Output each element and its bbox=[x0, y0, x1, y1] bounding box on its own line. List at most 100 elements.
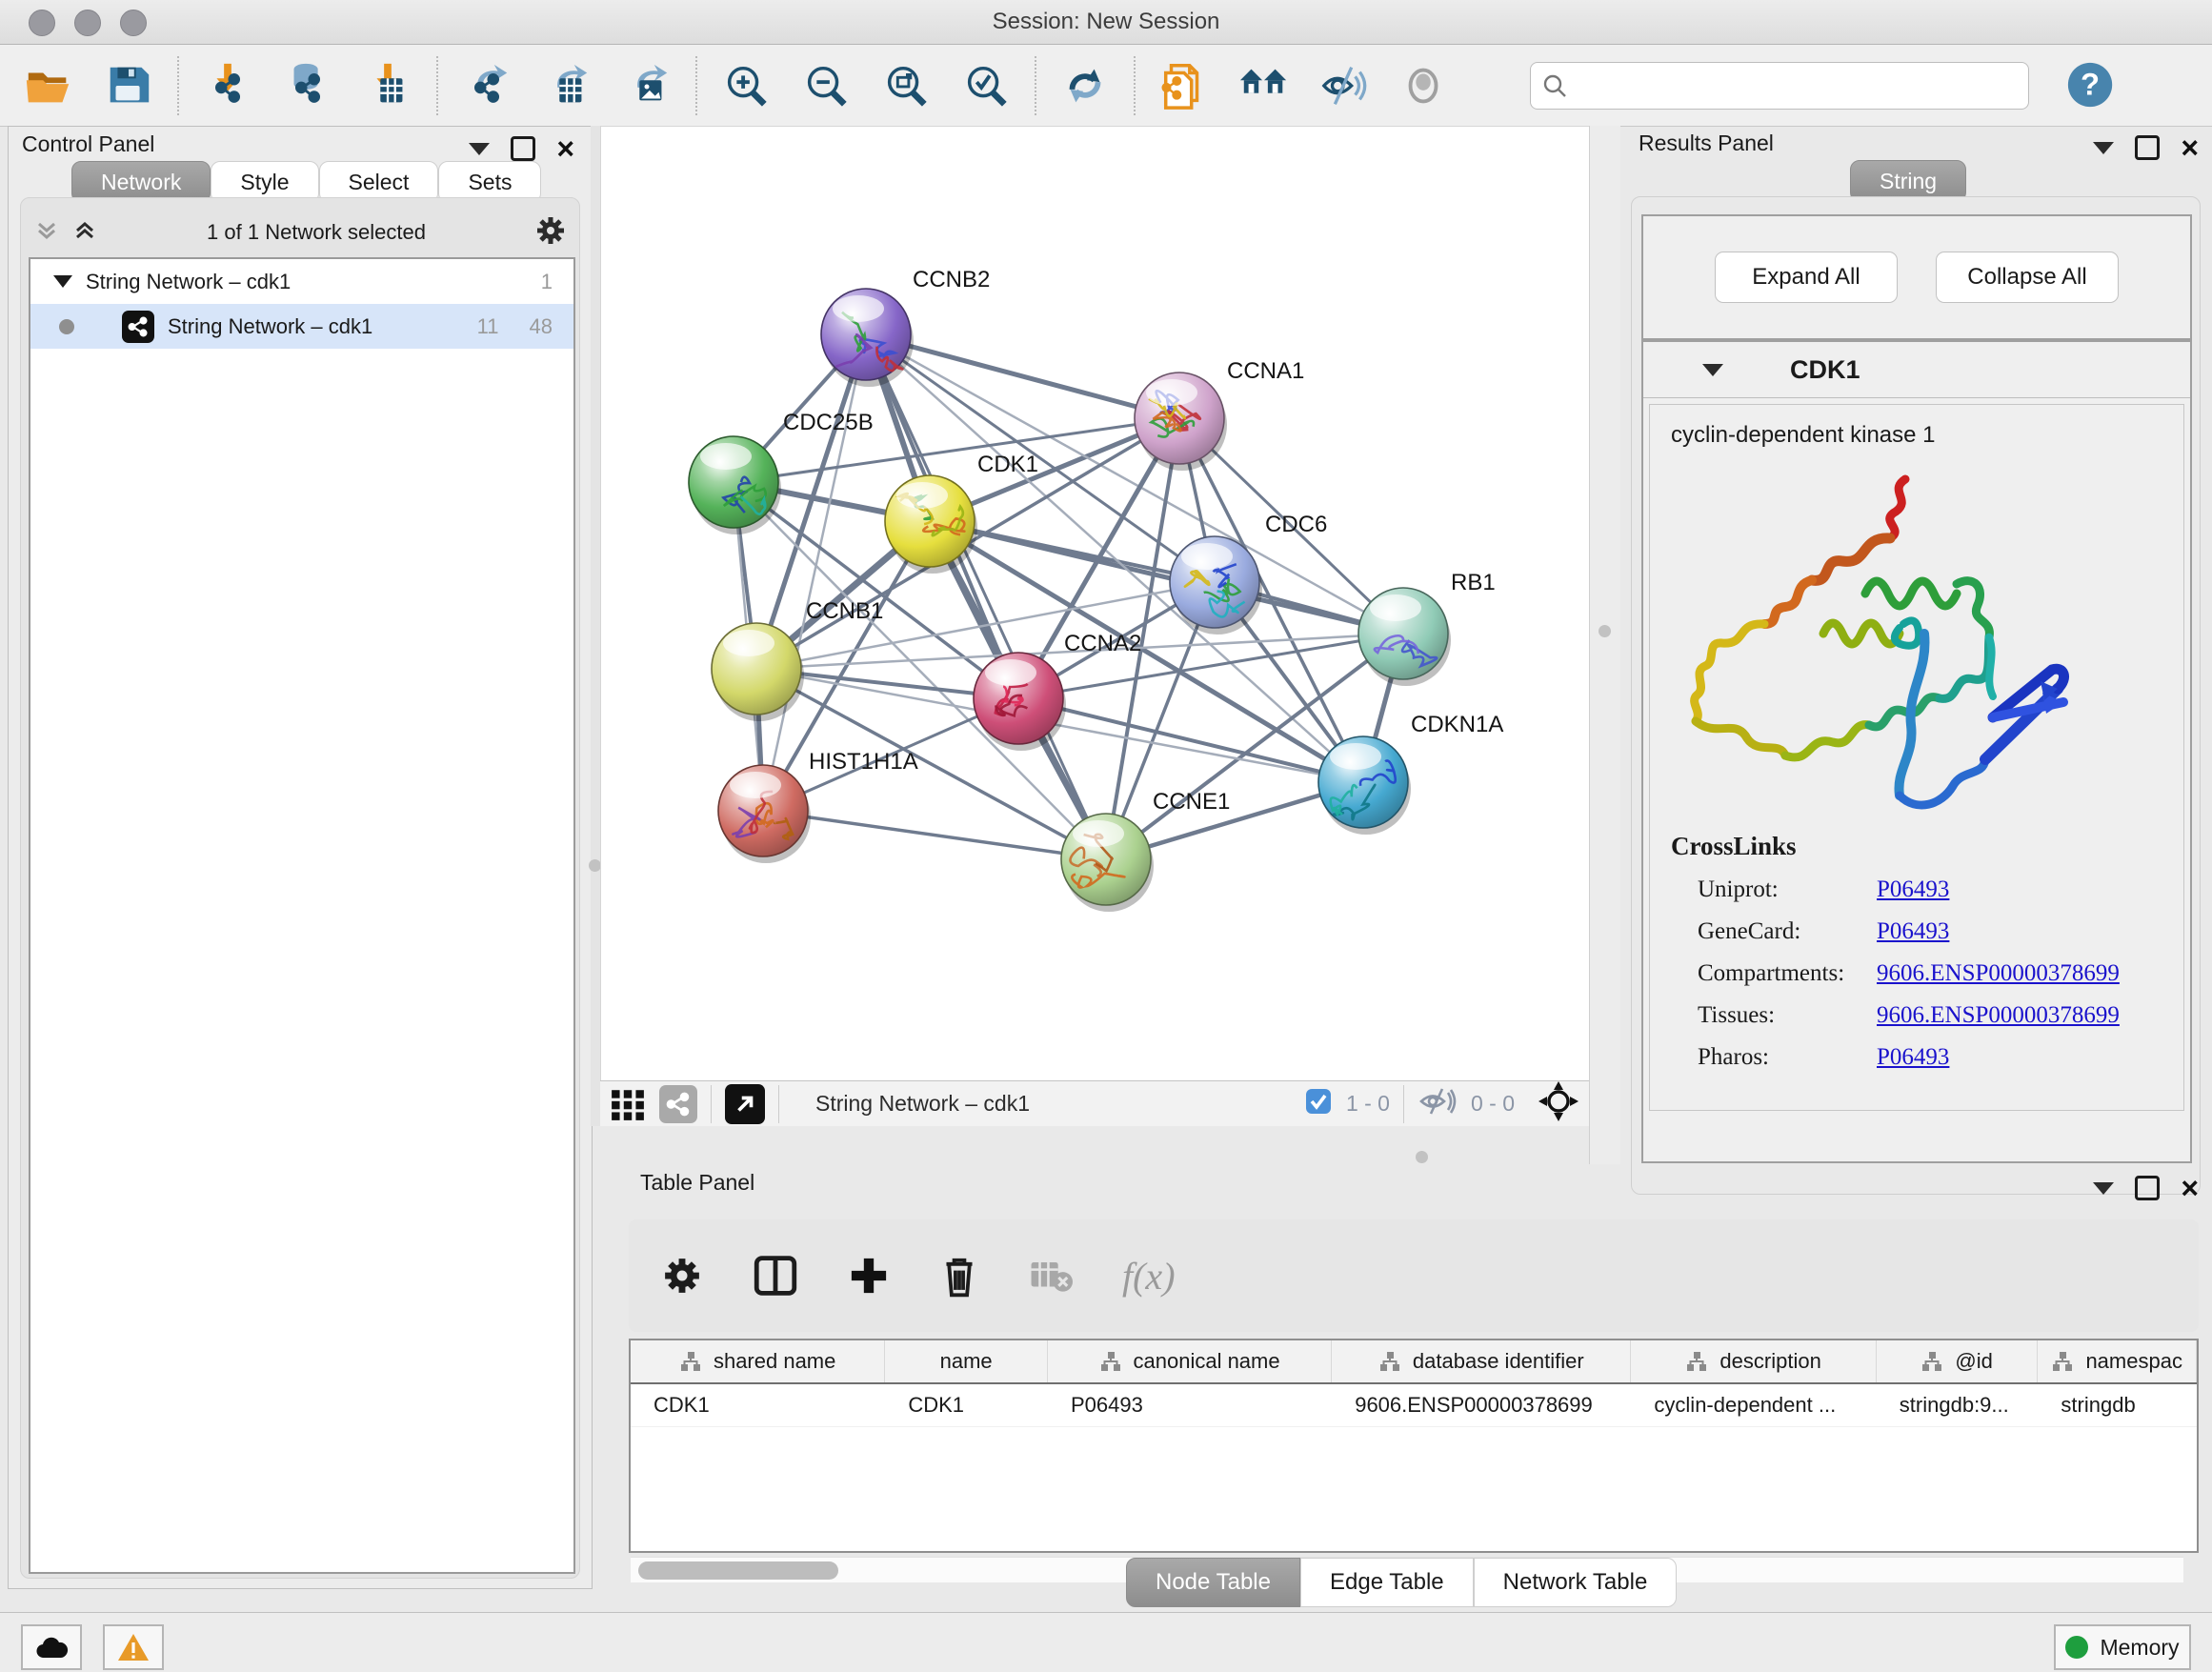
collapse-gene-icon[interactable] bbox=[1702, 364, 1723, 376]
string-network-badge-icon[interactable] bbox=[659, 1085, 697, 1123]
node-CDK1[interactable] bbox=[885, 475, 977, 574]
node-RB1[interactable] bbox=[1358, 588, 1451, 686]
collapse-all-button[interactable]: Collapse All bbox=[1936, 252, 2119, 303]
close-panel-icon[interactable]: × bbox=[2181, 1178, 2199, 1198]
edge-CCNB2-CCNE1[interactable] bbox=[866, 334, 1106, 859]
import-network-icon[interactable] bbox=[200, 58, 255, 113]
node-CDKN1A[interactable] bbox=[1318, 736, 1411, 835]
import-database-icon[interactable] bbox=[280, 58, 335, 113]
hscroll-thumb[interactable] bbox=[638, 1561, 838, 1580]
network-tree-row[interactable]: String Network – cdk1 11 48 bbox=[30, 304, 573, 349]
crosslink-link[interactable]: P06493 bbox=[1877, 918, 1949, 945]
export-image-icon[interactable] bbox=[619, 58, 674, 113]
cell[interactable]: CDK1 bbox=[885, 1384, 1048, 1426]
export-table-icon[interactable] bbox=[539, 58, 594, 113]
selected-checkbox[interactable] bbox=[1304, 1087, 1333, 1120]
function-builder-icon[interactable]: f(x) bbox=[1122, 1254, 1176, 1299]
left-splitter[interactable] bbox=[591, 126, 600, 1126]
collapse-panel-icon[interactable] bbox=[2093, 1182, 2114, 1195]
column-header-canonical-name[interactable]: canonical name bbox=[1048, 1340, 1332, 1382]
column-header--id[interactable]: @id bbox=[1877, 1340, 2039, 1382]
hide-selected-icon[interactable] bbox=[1317, 58, 1372, 113]
main-toolbar: ? bbox=[0, 45, 2212, 127]
cell[interactable]: stringdb bbox=[2038, 1384, 2197, 1426]
help-button[interactable]: ? bbox=[2063, 58, 2119, 113]
network-from-file-icon[interactable] bbox=[1156, 58, 1212, 113]
node-CCNB1[interactable] bbox=[712, 623, 804, 721]
expand-all-icon[interactable] bbox=[34, 218, 59, 248]
crosslink-label: Tissues: bbox=[1671, 1002, 1877, 1029]
collapse-panel-icon[interactable] bbox=[469, 143, 490, 155]
node-CCNB2[interactable] bbox=[821, 289, 914, 387]
export-network-icon[interactable] bbox=[459, 58, 514, 113]
cloud-button[interactable] bbox=[21, 1624, 82, 1670]
home-icon[interactable] bbox=[1237, 58, 1292, 113]
refresh-icon[interactable] bbox=[1057, 58, 1113, 113]
collection-count: 1 bbox=[541, 270, 553, 294]
search-box[interactable] bbox=[1530, 62, 2029, 110]
birdseye-view-icon[interactable] bbox=[725, 1084, 765, 1124]
collapse-panel-icon[interactable] bbox=[2093, 142, 2114, 154]
collapse-all-icon[interactable] bbox=[72, 218, 97, 248]
delete-column-icon[interactable] bbox=[939, 1254, 979, 1298]
column-header-namespac[interactable]: namespac bbox=[2038, 1340, 2197, 1382]
crosslink-link[interactable]: 9606.ENSP00000378699 bbox=[1877, 960, 2120, 987]
zoom-out-icon[interactable] bbox=[798, 58, 854, 113]
tab-node-table[interactable]: Node Table bbox=[1126, 1558, 1300, 1607]
show-all-icon[interactable] bbox=[1397, 58, 1452, 113]
zoom-fit-icon[interactable] bbox=[878, 58, 934, 113]
cell[interactable]: CDK1 bbox=[631, 1384, 885, 1426]
tab-edge-table[interactable]: Edge Table bbox=[1300, 1558, 1474, 1607]
cell[interactable]: stringdb:9... bbox=[1877, 1384, 2039, 1426]
open-folder-icon[interactable] bbox=[21, 58, 76, 113]
tab-network-table[interactable]: Network Table bbox=[1474, 1558, 1678, 1607]
results-panel: Results Panel × String Expand All Collap… bbox=[1619, 126, 2212, 1164]
node-CCNE1[interactable] bbox=[1061, 814, 1154, 912]
node-label-CCNB1: CCNB1 bbox=[806, 598, 883, 624]
cell[interactable]: cyclin-dependent ... bbox=[1631, 1384, 1876, 1426]
crosshair-icon[interactable] bbox=[1538, 1080, 1579, 1127]
close-panel-icon[interactable]: × bbox=[556, 139, 574, 158]
column-header-shared-name[interactable]: shared name bbox=[631, 1340, 885, 1382]
network-options-gear-icon[interactable] bbox=[535, 215, 566, 251]
cell[interactable]: 9606.ENSP00000378699 bbox=[1332, 1384, 1631, 1426]
grid-view-icon[interactable] bbox=[610, 1086, 646, 1122]
delete-table-icon[interactable] bbox=[1029, 1257, 1073, 1295]
float-panel-icon[interactable] bbox=[2135, 135, 2160, 160]
import-table-icon[interactable] bbox=[360, 58, 415, 113]
column-header-name[interactable]: name bbox=[885, 1340, 1048, 1382]
warning-button[interactable] bbox=[103, 1624, 164, 1670]
column-header-database-identifier[interactable]: database identifier bbox=[1332, 1340, 1631, 1382]
show-columns-icon[interactable] bbox=[753, 1253, 798, 1299]
right-splitter[interactable] bbox=[1589, 126, 1620, 1164]
network-tree-row[interactable]: String Network – cdk1 1 bbox=[30, 259, 573, 304]
hidden-eye-slash-icon[interactable] bbox=[1418, 1085, 1458, 1122]
table-row[interactable]: CDK1CDK1P064939606.ENSP00000378699cyclin… bbox=[631, 1384, 2197, 1427]
network-canvas[interactable]: CCNB2CCNA1CDC25BCDK1CDC6RB1CCNB1CCNA2CDK… bbox=[600, 126, 1591, 1082]
edge-CDK1-RB1[interactable] bbox=[930, 521, 1403, 634]
search-input[interactable] bbox=[1577, 72, 2017, 99]
edge-HIST1H1A-CCNE1[interactable] bbox=[763, 811, 1106, 859]
cell[interactable]: P06493 bbox=[1048, 1384, 1332, 1426]
float-panel-icon[interactable] bbox=[511, 136, 535, 161]
expand-all-button[interactable]: Expand All bbox=[1715, 252, 1898, 303]
node-table[interactable]: shared namenamecanonical namedatabase id… bbox=[629, 1339, 2199, 1553]
node-CCNA2[interactable] bbox=[974, 653, 1066, 751]
node-HIST1H1A[interactable] bbox=[718, 765, 811, 863]
column-header-description[interactable]: description bbox=[1631, 1340, 1876, 1382]
crosslink-link[interactable]: P06493 bbox=[1877, 876, 1949, 903]
float-panel-icon[interactable] bbox=[2135, 1176, 2160, 1200]
crosslink-link[interactable]: P06493 bbox=[1877, 1044, 1949, 1071]
node-CDC25B[interactable] bbox=[689, 436, 781, 534]
add-column-icon[interactable] bbox=[848, 1255, 890, 1297]
memory-button[interactable]: Memory bbox=[2054, 1624, 2191, 1670]
crosslink-link[interactable]: 9606.ENSP00000378699 bbox=[1877, 1002, 2120, 1029]
save-icon[interactable] bbox=[101, 58, 156, 113]
zoom-in-icon[interactable] bbox=[718, 58, 774, 113]
node-CCNA1[interactable] bbox=[1135, 373, 1227, 471]
expander-caret-icon[interactable] bbox=[53, 275, 72, 288]
node-count: 11 bbox=[477, 314, 499, 339]
close-panel-icon[interactable]: × bbox=[2181, 138, 2199, 157]
zoom-selected-icon[interactable] bbox=[958, 58, 1014, 113]
table-options-gear-icon[interactable] bbox=[661, 1255, 703, 1297]
